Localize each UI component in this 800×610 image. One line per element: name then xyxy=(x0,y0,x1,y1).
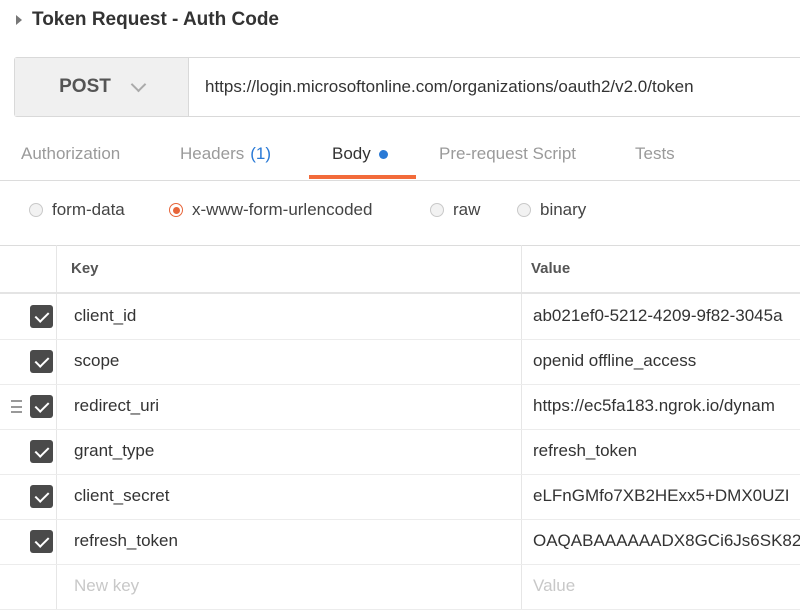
row-checkbox[interactable] xyxy=(30,440,53,463)
row-value-field[interactable]: refresh_token xyxy=(533,441,800,461)
collapse-caret-icon[interactable] xyxy=(16,15,22,25)
row-checkbox[interactable] xyxy=(30,350,53,373)
drag-handle-icon[interactable] xyxy=(11,400,22,413)
row-key-field[interactable]: grant_type xyxy=(74,441,154,461)
tab-label: Headers xyxy=(180,144,245,163)
new-key-input[interactable]: New key xyxy=(74,576,139,596)
row-value-field[interactable]: eLFnGMfo7XB2HExx5+DMX0UZI xyxy=(533,486,800,506)
row-key-field[interactable]: client_secret xyxy=(74,486,169,506)
row-value-field[interactable]: https://ec5fa183.ngrok.io/dynam xyxy=(533,396,800,416)
row-value-field[interactable]: ab021ef0-5212-4209-9f82-3045a xyxy=(533,306,800,326)
row-value-field[interactable]: OAQABAAAAAADX8GCi6Js6SK82 xyxy=(533,531,800,551)
request-title: Token Request - Auth Code xyxy=(32,9,279,30)
radio-selected-icon xyxy=(169,203,183,217)
radio-raw[interactable]: raw xyxy=(430,181,480,239)
tab-authorization[interactable]: Authorization xyxy=(21,128,120,180)
method-dropdown[interactable]: POST xyxy=(15,58,189,116)
table-row: scope openid offline_access xyxy=(0,339,800,385)
tab-body[interactable]: Body xyxy=(332,128,388,180)
headers-count-badge: (1) xyxy=(250,144,272,163)
radio-x-www-form-urlencoded[interactable]: x-www-form-urlencoded xyxy=(169,181,372,239)
row-checkbox[interactable] xyxy=(30,305,53,328)
table-header: Key Value xyxy=(0,245,800,294)
chevron-down-icon xyxy=(130,76,147,92)
row-key-field[interactable]: client_id xyxy=(74,306,136,326)
url-input[interactable]: https://login.microsoftonline.com/organi… xyxy=(189,58,800,116)
table-row: client_secret eLFnGMfo7XB2HExx5+DMX0UZI xyxy=(0,474,800,520)
new-value-input[interactable]: Value xyxy=(533,576,800,596)
tab-pre-request-script[interactable]: Pre-request Script xyxy=(439,128,576,180)
table-row: redirect_uri https://ec5fa183.ngrok.io/d… xyxy=(0,384,800,430)
tab-label: Authorization xyxy=(21,144,121,163)
radio-form-data[interactable]: form-data xyxy=(29,181,125,239)
body-modified-dot-icon xyxy=(378,149,388,159)
tab-label: Pre-request Script xyxy=(439,144,576,163)
radio-label: binary xyxy=(540,200,587,219)
body-type-selector: form-data x-www-form-urlencoded raw bina… xyxy=(0,181,800,246)
request-tabs: Authorization Headers (1) Body Pre-reque… xyxy=(0,128,800,181)
radio-icon xyxy=(517,203,531,217)
radio-icon xyxy=(29,203,43,217)
row-checkbox[interactable] xyxy=(30,530,53,553)
method-label: POST xyxy=(59,76,111,97)
row-key-field[interactable]: redirect_uri xyxy=(74,396,159,416)
row-value-field[interactable]: openid offline_access xyxy=(533,351,800,371)
tab-headers[interactable]: Headers (1) xyxy=(180,128,271,180)
value-column-header: Value xyxy=(531,260,571,277)
radio-label: form-data xyxy=(52,200,125,219)
tab-label: Body xyxy=(332,144,371,163)
url-bar: POST https://login.microsoftonline.com/o… xyxy=(14,57,800,117)
radio-label: x-www-form-urlencoded xyxy=(192,200,373,219)
tab-label: Tests xyxy=(635,144,675,163)
new-row: New key Value xyxy=(0,564,800,610)
row-key-field[interactable]: scope xyxy=(74,351,119,371)
tab-tests[interactable]: Tests xyxy=(635,128,675,180)
row-checkbox[interactable] xyxy=(30,485,53,508)
active-tab-indicator xyxy=(309,175,416,179)
radio-binary[interactable]: binary xyxy=(517,181,586,239)
table-row: grant_type refresh_token xyxy=(0,429,800,475)
table-row: refresh_token OAQABAAAAAADX8GCi6Js6SK82 xyxy=(0,519,800,565)
row-key-field[interactable]: refresh_token xyxy=(74,531,178,551)
key-column-header: Key xyxy=(71,260,99,277)
radio-icon xyxy=(430,203,444,217)
row-checkbox[interactable] xyxy=(30,395,53,418)
radio-label: raw xyxy=(453,200,481,219)
params-table: Key Value client_id ab021ef0-5212-4209-9… xyxy=(0,245,800,610)
request-title-bar[interactable]: Token Request - Auth Code xyxy=(0,0,800,40)
table-row: client_id ab021ef0-5212-4209-9f82-3045a xyxy=(0,294,800,340)
